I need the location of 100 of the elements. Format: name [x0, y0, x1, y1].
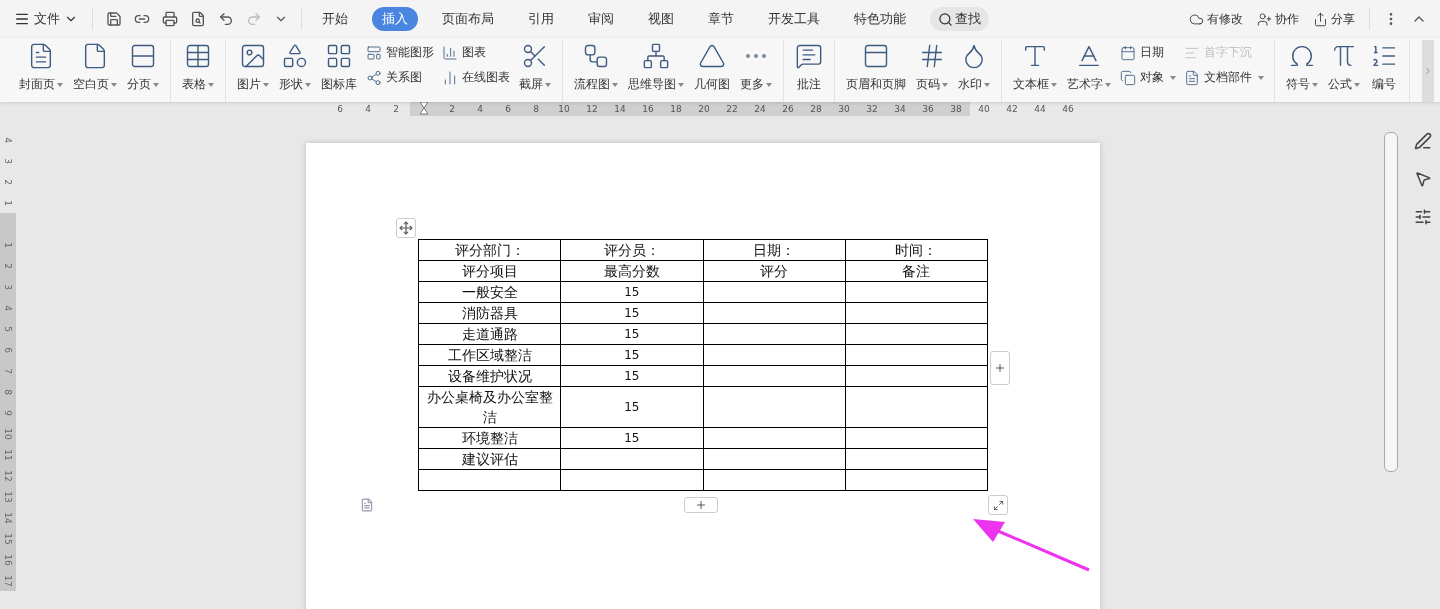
- menu-tab[interactable]: 视图: [638, 7, 684, 31]
- more-icon: [745, 53, 767, 59]
- scrollbar[interactable]: [1384, 132, 1398, 472]
- caret-icon: [984, 82, 990, 87]
- ruler-number: 42: [1005, 103, 1019, 116]
- ribbon-button[interactable]: 图标库: [318, 40, 360, 95]
- ribbon-button[interactable]: 几何图: [691, 40, 733, 95]
- ribbon-button[interactable]: 关系图: [364, 69, 436, 86]
- preview-icon: [190, 11, 206, 27]
- ribbon-button[interactable]: 艺术字: [1064, 40, 1114, 95]
- ruler-number: 44: [1033, 103, 1047, 116]
- ruler-number: 28: [809, 103, 823, 116]
- caret-icon: [153, 82, 159, 87]
- ribbon-button[interactable]: 水印: [955, 40, 993, 95]
- undo-icon: [218, 11, 234, 27]
- file-menu[interactable]: 文件: [10, 8, 82, 30]
- ribbon-button[interactable]: 图表: [440, 44, 512, 61]
- table-cell: 评分: [703, 260, 846, 282]
- ruler-number: 8: [3, 388, 13, 395]
- table-cell: 15: [560, 281, 703, 303]
- caret-icon: [612, 82, 618, 87]
- ruler-number: 38: [949, 103, 963, 116]
- ruler-number: 16: [3, 553, 13, 566]
- caret-icon: [57, 82, 63, 87]
- ribbon-button[interactable]: 分页: [124, 40, 162, 95]
- indent-marker-icon[interactable]: [420, 102, 428, 116]
- move-table-handle[interactable]: [396, 218, 416, 238]
- icon-grid-icon: [325, 42, 353, 70]
- menu-tab[interactable]: 章节: [698, 7, 744, 31]
- ribbon-button[interactable]: 符号: [1283, 40, 1321, 95]
- pointer-icon: [1414, 170, 1432, 188]
- resize-table-handle[interactable]: [988, 495, 1008, 515]
- ruler-number: 11: [3, 448, 13, 461]
- ruler-number: 6: [504, 103, 512, 116]
- ruler-number: 9: [3, 409, 13, 416]
- table-cell: 日期：: [703, 239, 846, 261]
- table-cell: 评分项目: [418, 260, 561, 282]
- toolbar-button[interactable]: 分享: [1309, 8, 1359, 30]
- toolbar-button[interactable]: 协作: [1253, 8, 1303, 30]
- ribbon-button[interactable]: 批注: [792, 40, 826, 95]
- menu-tab[interactable]: 开始: [312, 7, 358, 31]
- ruler-number: 1: [3, 199, 13, 206]
- table-cell: 评分部门：: [418, 239, 561, 261]
- paragraph-icon: [360, 498, 374, 512]
- ruler-number: 46: [1061, 103, 1075, 116]
- ribbon-button[interactable]: 封面页: [16, 40, 66, 95]
- ribbon-button[interactable]: 流程图: [571, 40, 621, 95]
- ribbon-button[interactable]: 形状: [276, 40, 314, 95]
- table-cell: 最高分数: [560, 260, 703, 282]
- ribbon-button[interactable]: 思维导图: [625, 40, 687, 95]
- menu-tab[interactable]: 特色功能: [844, 7, 916, 31]
- settings-button[interactable]: [1414, 208, 1432, 226]
- menu-tab[interactable]: 开发工具: [758, 7, 830, 31]
- ruler-number: 3: [3, 283, 13, 290]
- flowchart-icon: [582, 42, 610, 70]
- ribbon-button[interactable]: 智能图形: [364, 44, 436, 61]
- header-footer-icon: [862, 42, 890, 70]
- share-icon: [1313, 11, 1328, 27]
- ribbon-button[interactable]: 对象: [1118, 69, 1178, 86]
- user-plus-icon: [1257, 11, 1272, 27]
- table-cell: 走道通路: [418, 323, 561, 345]
- caret-icon: [263, 82, 269, 87]
- ribbon-button[interactable]: 表格: [179, 40, 217, 95]
- select-button[interactable]: [1414, 170, 1432, 188]
- ribbon-button[interactable]: 图片: [234, 40, 272, 95]
- pen-button[interactable]: [1414, 132, 1432, 150]
- printer-icon: [162, 11, 178, 27]
- ruler-number: 20: [697, 103, 711, 116]
- table-cell: 15: [560, 386, 703, 428]
- caret-icon: [1258, 75, 1264, 80]
- ruler-number: 10: [3, 427, 13, 440]
- search-button[interactable]: 查找: [930, 7, 989, 31]
- ribbon-button[interactable]: 空白页: [70, 40, 120, 95]
- ruler-number: 4: [3, 136, 13, 143]
- caret-icon: [1170, 75, 1176, 80]
- ribbon-button[interactable]: 文档部件: [1182, 69, 1266, 86]
- menu-tab[interactable]: 插入: [372, 7, 418, 31]
- ribbon-button[interactable]: 页码: [913, 40, 951, 95]
- ribbon-button[interactable]: 编号: [1367, 40, 1401, 95]
- ribbon-button[interactable]: 文本框: [1010, 40, 1060, 95]
- redo-icon: [246, 11, 262, 27]
- ribbon-button[interactable]: 截屏: [516, 40, 554, 95]
- ribbon-button[interactable]: 在线图表: [440, 69, 512, 86]
- ribbon-button[interactable]: 页眉和页脚: [843, 40, 909, 95]
- search-icon: [938, 11, 953, 27]
- ruler-number: 5: [3, 325, 13, 332]
- ribbon-button[interactable]: 日期: [1118, 44, 1178, 61]
- menu-tab[interactable]: 页面布局: [432, 7, 504, 31]
- menu-tab[interactable]: 引用: [518, 7, 564, 31]
- caret-icon: [1312, 82, 1318, 87]
- ribbon-button[interactable]: 更多: [737, 40, 775, 95]
- ruler-number: 24: [753, 103, 767, 116]
- toolbar-button[interactable]: 有修改: [1185, 8, 1247, 30]
- ruler-number: 2: [448, 103, 456, 116]
- ribbon-button[interactable]: 公式: [1325, 40, 1363, 95]
- ruler-number: 15: [3, 532, 13, 545]
- menu-tab[interactable]: 审阅: [578, 7, 624, 31]
- cloud-icon: [1189, 11, 1204, 27]
- menu-icon: [14, 11, 30, 27]
- caret-icon: [545, 82, 551, 87]
